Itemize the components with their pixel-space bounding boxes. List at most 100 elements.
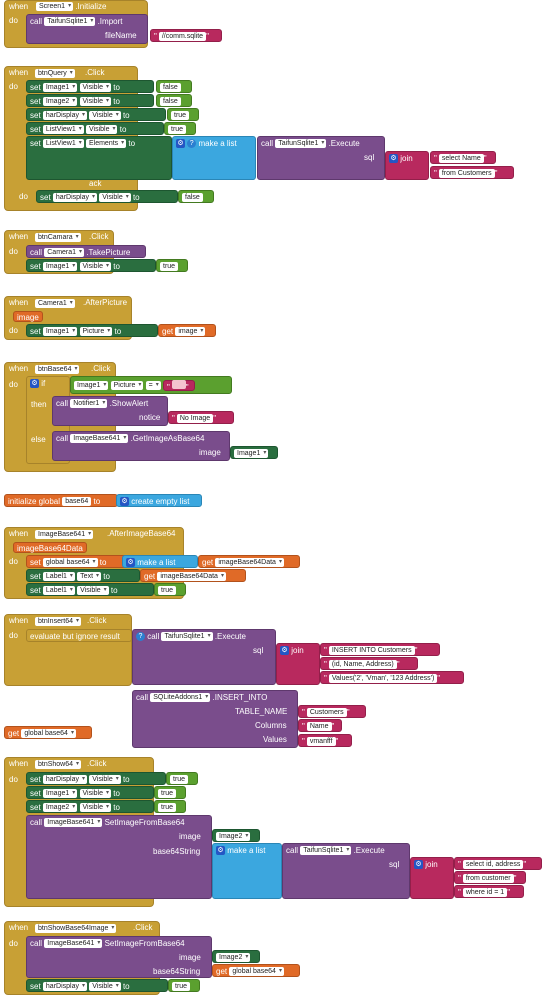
param-image[interactable]: image: [13, 311, 43, 322]
property-dropdown[interactable]: Image1: [42, 327, 78, 336]
property-dropdown[interactable]: harDisplay: [52, 193, 97, 202]
property-dropdown[interactable]: ImageBase641: [35, 530, 94, 539]
string-no-image[interactable]: " No Image ": [168, 411, 234, 424]
property-dropdown[interactable]: Picture: [79, 327, 113, 336]
false-value[interactable]: false: [156, 94, 192, 107]
get-imagebase64data[interactable]: get imageBase64Data: [198, 555, 300, 568]
property-dropdown[interactable]: Label1: [42, 586, 75, 595]
property-dropdown[interactable]: harDisplay: [42, 111, 87, 120]
property-dropdown[interactable]: harDisplay: [42, 982, 87, 991]
image1-component[interactable]: Image1: [230, 446, 278, 459]
property-dropdown[interactable]: SQLiteAddons1: [150, 693, 211, 702]
property-dropdown[interactable]: Visible: [79, 83, 111, 92]
execute-call-block[interactable]: call TaifunSqlite1 .Execute sql: [282, 843, 410, 899]
property-dropdown[interactable]: =: [145, 381, 161, 390]
property-dropdown[interactable]: ListView1: [42, 125, 84, 134]
true-value[interactable]: true: [156, 259, 188, 272]
property-dropdown[interactable]: Image2: [216, 953, 251, 962]
sqlite-dropdown[interactable]: TaifunSqlite1: [44, 17, 96, 26]
property-dropdown[interactable]: Visible: [79, 789, 111, 798]
property-dropdown[interactable]: btnCamara: [35, 233, 81, 242]
string-where-id[interactable]: " where id = 1 ": [454, 885, 524, 898]
true-value[interactable]: true: [154, 800, 186, 813]
property-dropdown[interactable]: global base64: [21, 729, 76, 738]
property-dropdown[interactable]: Visible: [79, 803, 111, 812]
property-dropdown[interactable]: Visible: [77, 586, 109, 595]
property-dropdown[interactable]: Visible: [79, 262, 111, 271]
true-value[interactable]: true: [166, 772, 198, 785]
string-select-name[interactable]: " select Name ": [430, 151, 496, 164]
string-from-customers[interactable]: " from Customers ": [430, 166, 514, 179]
make-a-list-block[interactable]: ⚙ make a list: [212, 843, 282, 899]
property-dropdown[interactable]: global base64: [42, 558, 98, 567]
property-dropdown[interactable]: imageBase64Data: [157, 572, 226, 581]
true-value[interactable]: true: [167, 108, 199, 121]
set-hardisplay-visible[interactable]: set harDisplay Visible to: [26, 979, 168, 992]
set-image1-picture[interactable]: set Image1 Picture to: [26, 324, 158, 337]
execute-call-block[interactable]: ? call TaifunSqlite1 .Execute sql: [132, 629, 276, 685]
property-dropdown[interactable]: Image1: [42, 83, 78, 92]
property-dropdown[interactable]: Notifier1: [70, 399, 108, 408]
set-listview-visible[interactable]: set ListView1 Visible to: [26, 122, 164, 135]
property-dropdown[interactable]: TaifunSqlite1: [300, 846, 352, 855]
get-global-base64[interactable]: get global base64: [4, 726, 92, 739]
setimagefrombase64-call[interactable]: call ImageBase641 SetImageFromBase64 ima…: [26, 936, 212, 978]
string-select-id-address[interactable]: " select id, address ": [454, 857, 542, 870]
join-block[interactable]: ⚙ join: [276, 643, 320, 685]
property-dropdown[interactable]: harDisplay: [42, 775, 87, 784]
property-dropdown[interactable]: Visible: [89, 775, 121, 784]
filename-string[interactable]: "//comm.sqlite ": [150, 29, 222, 42]
create-empty-list[interactable]: ⚙ create empty list: [116, 494, 202, 507]
property-dropdown[interactable]: ImageBase641: [44, 939, 103, 948]
property-dropdown[interactable]: Visible: [99, 193, 131, 202]
string-from-customer[interactable]: " from customer ": [454, 871, 526, 884]
empty-string[interactable]: " ": [162, 380, 195, 392]
property-dropdown[interactable]: Visible: [79, 97, 111, 106]
property-dropdown[interactable]: image: [175, 327, 206, 336]
true-value[interactable]: true: [154, 583, 186, 596]
property-dropdown[interactable]: TaifunSqlite1: [161, 632, 213, 641]
property-dropdown[interactable]: ImageBase641: [44, 818, 103, 827]
evaluate-ignore-block[interactable]: evaluate but ignore result: [26, 629, 132, 642]
set-image1-visible[interactable]: set Image1 Visible to: [26, 786, 154, 799]
execute-call-block[interactable]: call TaifunSqlite1 .Execute sql: [257, 136, 385, 180]
literal-value[interactable]: //comm.sqlite: [158, 32, 207, 41]
getimageasbase64-call[interactable]: call ImageBase641 .GetImageAsBase64 imag…: [52, 431, 230, 461]
set-label1-text[interactable]: set Label1 Text to: [26, 569, 140, 582]
image2-component[interactable]: Image2: [212, 829, 260, 842]
set-image1-visible[interactable]: set Image1 Visible to: [26, 259, 156, 272]
property-dropdown[interactable]: Camera1: [35, 299, 75, 308]
property-dropdown[interactable]: Image1: [42, 789, 78, 798]
get-global-base64[interactable]: get global base64: [212, 964, 300, 977]
property-dropdown[interactable]: Picture: [110, 381, 144, 390]
set-image2-visible[interactable]: set Image2 Visible to: [26, 800, 154, 813]
string-values[interactable]: " Values('2', 'Vman', '123 Address') ": [320, 671, 464, 684]
string-columns[interactable]: " (id, Name, Address) ": [320, 657, 418, 670]
setimagefrombase64-call[interactable]: call ImageBase641 SetImageFromBase64 ima…: [26, 815, 212, 899]
property-dropdown[interactable]: Visible: [89, 982, 121, 991]
image2-component[interactable]: Image2: [212, 950, 260, 963]
property-dropdown[interactable]: Visible: [85, 125, 118, 134]
property-dropdown[interactable]: Text: [77, 572, 102, 581]
property-dropdown[interactable]: ImageBase641: [70, 434, 129, 443]
get-imagebase64data[interactable]: get imageBase64Data: [140, 569, 246, 582]
property-dropdown[interactable]: btnBase64: [35, 365, 80, 374]
make-a-list-block[interactable]: ⚙ make a list: [122, 555, 198, 568]
component-dropdown[interactable]: Screen1: [36, 2, 74, 11]
false-value[interactable]: false: [156, 80, 192, 93]
property-dropdown[interactable]: imageBase64Data: [215, 558, 284, 567]
property-dropdown[interactable]: Visible: [89, 111, 121, 120]
property-dropdown[interactable]: global base64: [229, 967, 284, 976]
set-global-base64[interactable]: set global base64 to: [26, 555, 132, 568]
set-listview-elements[interactable]: set ListView1 Elements to: [26, 136, 172, 180]
true-value[interactable]: true: [164, 122, 196, 135]
property-dropdown[interactable]: btnShowBase64Image: [35, 924, 117, 933]
property-dropdown[interactable]: Image1: [42, 262, 78, 271]
property-dropdown[interactable]: btnShow64: [35, 760, 82, 769]
property-dropdown[interactable]: Elements: [85, 139, 127, 148]
property-dropdown[interactable]: Camera1: [44, 248, 85, 257]
compare-block[interactable]: Image1 Picture = "": [70, 376, 232, 394]
showalert-call[interactable]: call Notifier1 .ShowAlert notice: [52, 396, 168, 426]
property-dropdown[interactable]: Image1: [74, 381, 109, 390]
property-dropdown[interactable]: btnInsert64: [35, 617, 82, 626]
